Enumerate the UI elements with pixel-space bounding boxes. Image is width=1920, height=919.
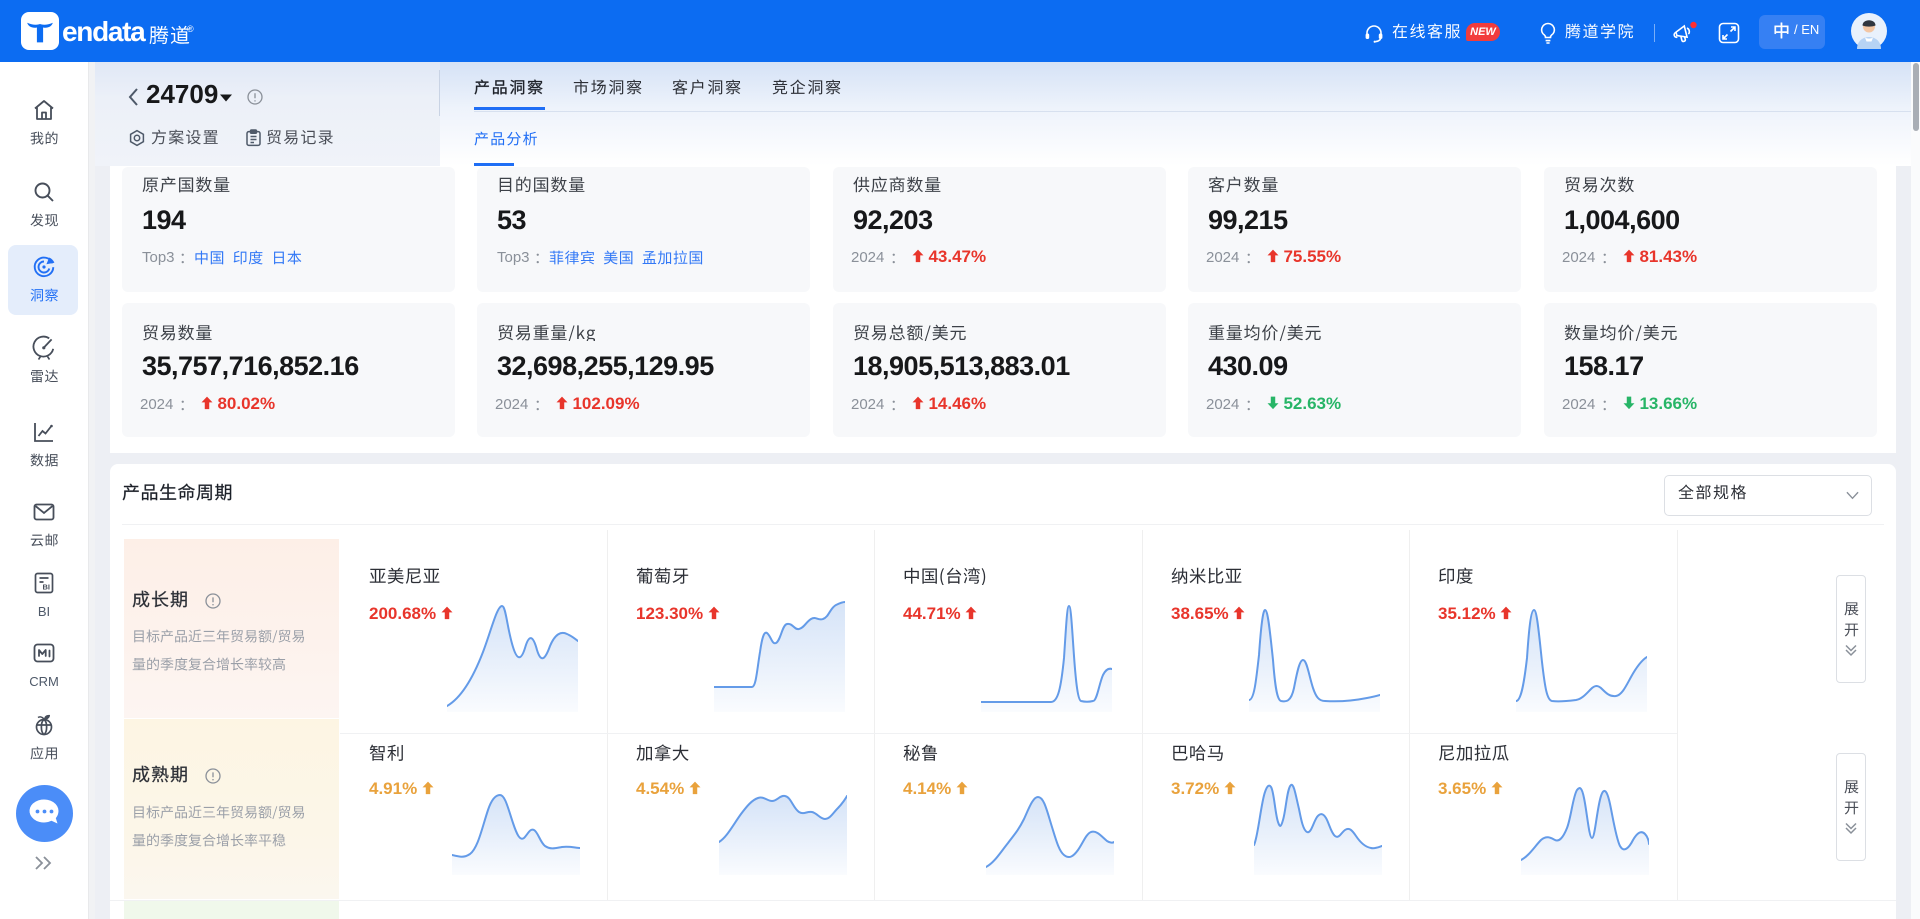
svg-text:BI: BI <box>43 583 51 592</box>
